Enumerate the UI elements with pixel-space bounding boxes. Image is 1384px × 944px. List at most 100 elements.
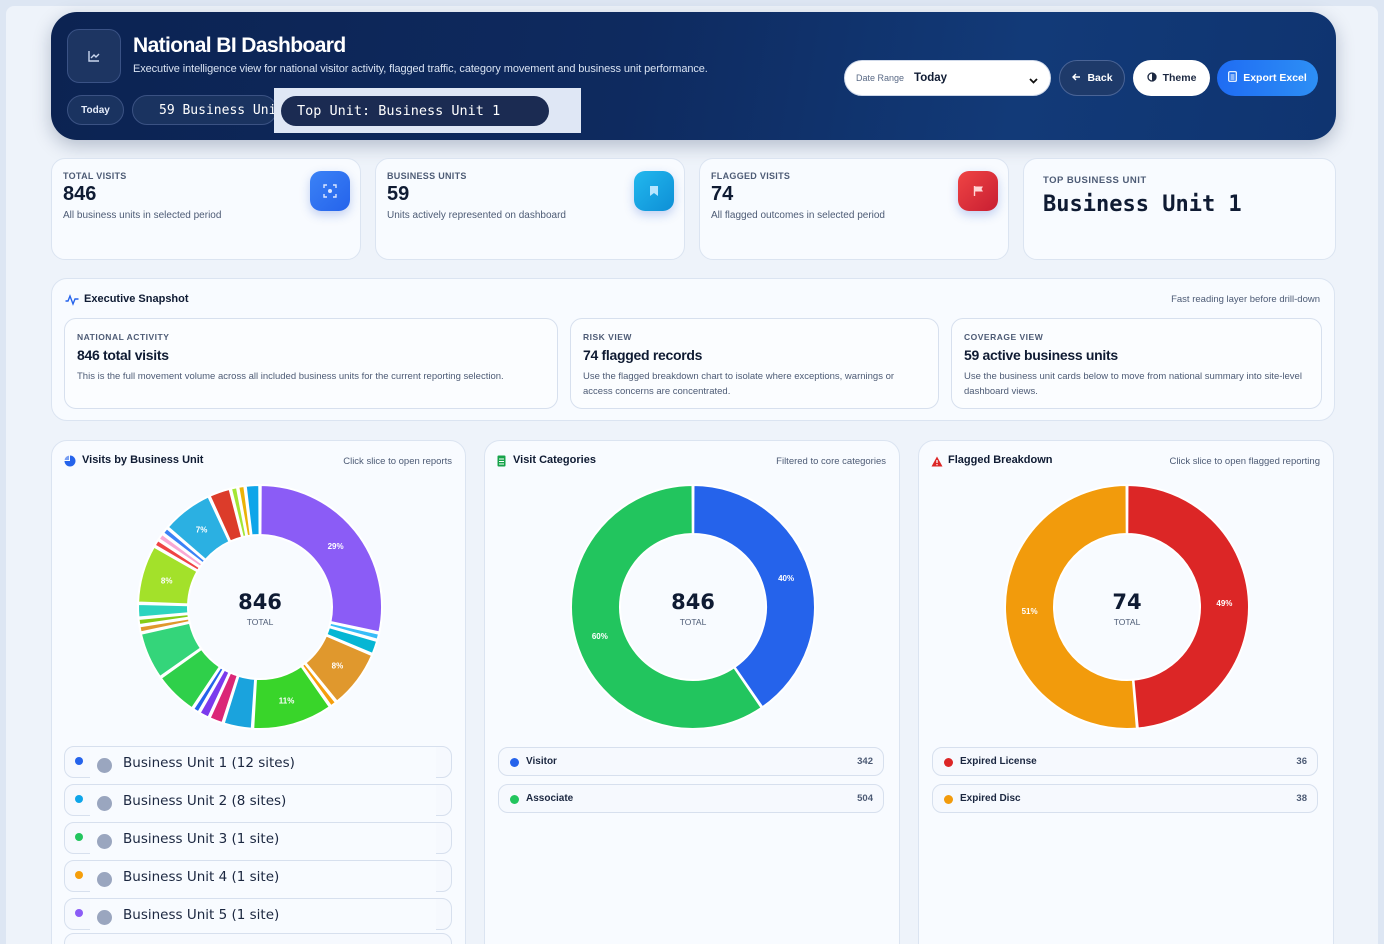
flagged-breakdown-donut-chart[interactable]: 49% 51% 74 TOTAL xyxy=(919,441,1335,741)
business-unit-row[interactable]: Business Unit 4 (1 site) xyxy=(64,860,452,893)
page-title: National BI Dashboard xyxy=(133,34,346,57)
flag-icon xyxy=(958,171,998,211)
snapshot-hint: Fast reading layer before drill-down xyxy=(1171,294,1320,305)
slice-percent-label: 40% xyxy=(778,574,794,583)
pulse-icon xyxy=(65,293,79,311)
legend-name: Expired License xyxy=(960,756,1037,767)
kpi-label: FLAGGED VISITS xyxy=(711,171,791,181)
kpi-description: All flagged outcomes in selected period xyxy=(711,210,885,221)
avatar-placeholder-icon xyxy=(97,872,112,887)
legend-value: 38 xyxy=(1296,793,1307,804)
series-color-dot xyxy=(75,871,83,879)
donut-center-label: TOTAL xyxy=(1114,617,1141,627)
theme-button[interactable]: Theme xyxy=(1133,60,1210,96)
kpi-label: TOP BUSINESS UNIT xyxy=(1043,175,1147,186)
business-unit-name: Business Unit 4 (1 site) xyxy=(123,869,280,885)
business-unit-row[interactable]: Business Unit 3 (1 site) xyxy=(64,822,452,855)
legend-value: 504 xyxy=(857,793,873,804)
kpi-value: 59 xyxy=(387,183,410,205)
chevron-down-icon xyxy=(1028,73,1039,91)
snapshot-card-label: RISK VIEW xyxy=(583,332,632,342)
donut-center-label: TOTAL xyxy=(680,617,707,627)
date-range-label: Date Range xyxy=(856,73,905,83)
avatar-placeholder-icon xyxy=(97,910,112,925)
donut-center-value: 846 xyxy=(238,590,282,614)
snapshot-title: Executive Snapshot xyxy=(84,293,189,305)
slice-percent-label: 8% xyxy=(332,661,344,670)
chart-icon xyxy=(67,29,121,83)
business-units-pill[interactable]: 59 Business Unit xyxy=(132,95,277,125)
donut-center-value: 74 xyxy=(1112,590,1141,614)
slice-percent-label: 51% xyxy=(1022,607,1038,616)
snapshot-card-headline: 846 total visits xyxy=(77,347,169,363)
business-unit-row[interactable]: Business Unit 2 (8 sites) xyxy=(64,784,452,817)
snapshot-card-label: COVERAGE VIEW xyxy=(964,332,1044,342)
snapshot-card-label: NATIONAL ACTIVITY xyxy=(77,332,170,342)
today-pill[interactable]: Today xyxy=(67,95,124,125)
slice-percent-label: 11% xyxy=(279,696,295,705)
series-color-dot xyxy=(75,833,83,841)
series-color-dot xyxy=(75,795,83,803)
avatar-placeholder-icon xyxy=(97,758,112,773)
legend-item[interactable]: Associate 504 xyxy=(498,784,884,813)
snapshot-card-coverage-view: COVERAGE VIEW 59 active business units U… xyxy=(951,318,1322,409)
business-unit-name: Business Unit 5 (1 site) xyxy=(123,907,280,923)
kpi-value: 846 xyxy=(63,183,97,205)
series-color-dot xyxy=(510,795,519,804)
kpi-value: Business Unit 1 xyxy=(1043,192,1242,217)
series-color-dot xyxy=(75,757,83,765)
slice-percent-label: 60% xyxy=(592,632,608,641)
export-excel-label: Export Excel xyxy=(1243,72,1307,84)
business-unit-row[interactable] xyxy=(64,933,452,944)
contrast-icon xyxy=(1146,71,1157,85)
kpi-value: 74 xyxy=(711,183,734,205)
kpi-business-units[interactable]: BUSINESS UNITS 59 Units actively represe… xyxy=(375,158,685,260)
back-button-label: Back xyxy=(1087,72,1113,84)
visit-categories-card: Visit Categories Filtered to core catego… xyxy=(484,440,900,944)
legend-name: Expired Disc xyxy=(960,793,1021,804)
series-color-dot xyxy=(510,758,519,767)
legend-name: Visitor xyxy=(526,756,557,767)
date-range-select[interactable]: Date Range Today xyxy=(844,60,1051,96)
donut-center-value: 846 xyxy=(671,590,715,614)
snapshot-card-body: Use the business unit cards below to mov… xyxy=(964,371,1302,397)
visit-categories-donut-chart[interactable]: 40% 60% 846 TOTAL xyxy=(485,441,901,741)
legend-name: Associate xyxy=(526,793,574,804)
business-unit-row[interactable]: Business Unit 1 (12 sites) xyxy=(64,746,452,779)
back-button[interactable]: Back xyxy=(1059,60,1125,96)
export-excel-button[interactable]: Export Excel xyxy=(1217,60,1318,96)
kpi-label: BUSINESS UNITS xyxy=(387,171,467,181)
flagged-breakdown-card: Flagged Breakdown Click slice to open fl… xyxy=(918,440,1334,944)
business-unit-name: Business Unit 1 (12 sites) xyxy=(123,755,295,771)
snapshot-card-risk-view: RISK VIEW 74 flagged records Use the fla… xyxy=(570,318,939,409)
kpi-description: All business units in selected period xyxy=(63,210,222,221)
series-color-dot xyxy=(944,758,953,767)
top-unit-pill[interactable]: Top Unit: Business Unit 1 xyxy=(281,96,549,126)
date-range-value: Today xyxy=(914,72,948,84)
business-unit-name: Business Unit 3 (1 site) xyxy=(123,831,280,847)
avatar-placeholder-icon xyxy=(97,796,112,811)
series-color-dot xyxy=(75,909,83,917)
legend-item[interactable]: Expired License 36 xyxy=(932,747,1318,776)
header-banner: National BI Dashboard Executive intellig… xyxy=(51,12,1336,140)
scan-icon xyxy=(310,171,350,211)
kpi-total-visits[interactable]: TOTAL VISITS 846 All business units in s… xyxy=(51,158,361,260)
kpi-flagged-visits[interactable]: FLAGGED VISITS 74 All flagged outcomes i… xyxy=(699,158,1009,260)
legend-item[interactable]: Visitor 342 xyxy=(498,747,884,776)
kpi-top-business-unit[interactable]: TOP BUSINESS UNIT Business Unit 1 xyxy=(1023,158,1336,260)
business-unit-donut-chart[interactable]: 29% 8% 11% 8% 7% 846 TOTAL xyxy=(52,441,467,741)
snapshot-card-body: This is the full movement volume across … xyxy=(77,371,504,382)
business-unit-name: Business Unit 2 (8 sites) xyxy=(123,793,287,809)
legend-item[interactable]: Expired Disc 38 xyxy=(932,784,1318,813)
snapshot-card-headline: 74 flagged records xyxy=(583,347,703,363)
business-units-pill-label: 59 Business Unit xyxy=(159,102,277,118)
slice-percent-label: 7% xyxy=(196,526,208,535)
kpi-label: TOTAL VISITS xyxy=(63,171,127,181)
spreadsheet-icon xyxy=(1228,71,1238,85)
kpi-description: Units actively represented on dashboard xyxy=(387,210,566,221)
business-unit-row[interactable]: Business Unit 5 (1 site) xyxy=(64,898,452,931)
theme-button-label: Theme xyxy=(1162,72,1197,84)
page-subtitle: Executive intelligence view for national… xyxy=(133,63,708,75)
legend-value: 36 xyxy=(1296,756,1307,767)
visits-by-business-unit-card: Visits by Business Unit Click slice to o… xyxy=(51,440,466,944)
